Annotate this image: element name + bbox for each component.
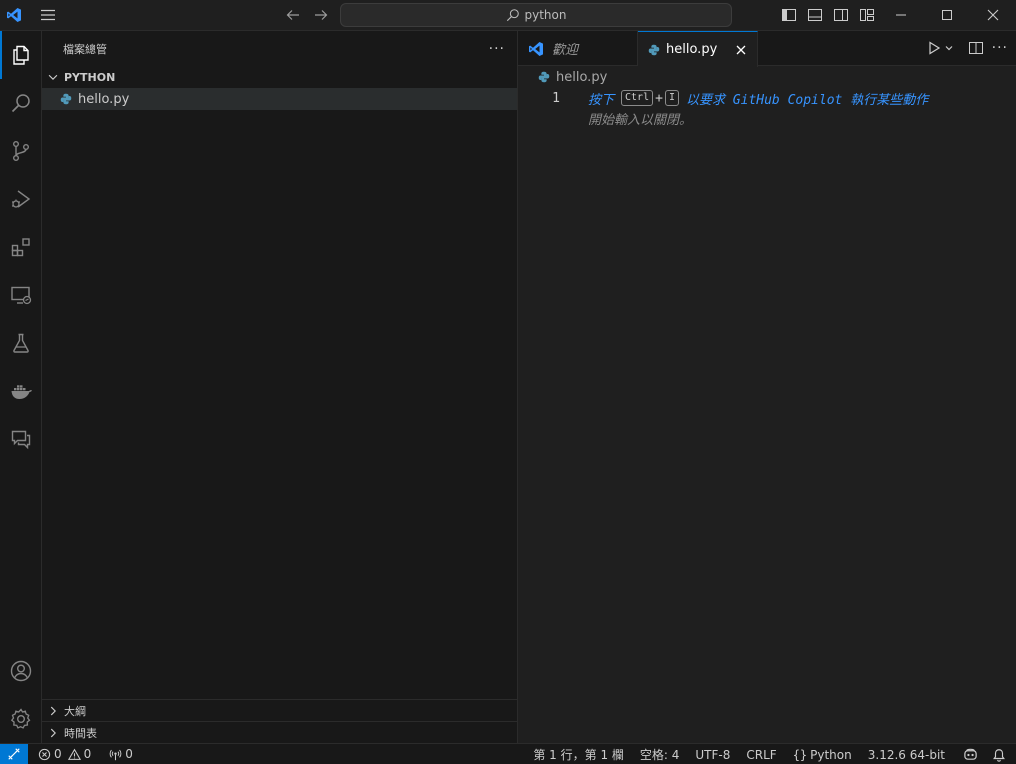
cursor-position[interactable]: 第 1 行，第 1 欄 bbox=[527, 744, 634, 764]
explorer-sidebar: 檔案總管 ··· PYTHON hello.py 大綱 時間表 bbox=[42, 31, 518, 743]
extensions-icon[interactable] bbox=[0, 223, 42, 271]
outline-label: 大綱 bbox=[64, 704, 86, 718]
breadcrumb[interactable]: hello.py bbox=[518, 66, 1016, 88]
forward-arrow-icon[interactable] bbox=[310, 4, 332, 26]
eol-status[interactable]: CRLF bbox=[740, 744, 786, 764]
python-file-icon bbox=[60, 93, 72, 105]
python-file-icon bbox=[648, 44, 660, 56]
vscode-logo-icon bbox=[528, 41, 544, 57]
dismiss-hint: 開始輸入以關閉。 bbox=[588, 112, 693, 128]
language-mode[interactable]: {} Python bbox=[787, 744, 862, 764]
tab-hello-py[interactable]: hello.py bbox=[638, 31, 758, 67]
error-icon bbox=[38, 748, 51, 761]
hint-plus: + bbox=[655, 90, 663, 106]
language-label: Python bbox=[810, 747, 852, 762]
back-arrow-icon[interactable] bbox=[282, 4, 304, 26]
python-interpreter[interactable]: 3.12.6 64-bit bbox=[862, 744, 955, 764]
vscode-logo-icon bbox=[0, 0, 28, 31]
code-line-hint-2: 開始輸入以關閉。 bbox=[518, 108, 1016, 128]
activity-bar bbox=[0, 31, 42, 743]
error-count: 0 bbox=[54, 747, 62, 761]
editor-tabs: 歡迎 hello.py ··· bbox=[518, 31, 1016, 67]
status-bar: 0 0 0 第 1 行，第 1 欄 空格: 4 UTF-8 CRLF {} Py… bbox=[0, 743, 1016, 764]
tab-label: 歡迎 bbox=[552, 43, 579, 58]
toggle-panel-icon[interactable] bbox=[804, 4, 826, 26]
python-file-icon bbox=[538, 71, 550, 83]
search-view-icon[interactable] bbox=[0, 79, 42, 127]
tab-label: hello.py bbox=[666, 42, 718, 57]
search-icon bbox=[506, 8, 520, 22]
split-editor-icon[interactable] bbox=[968, 37, 984, 59]
file-item-hello-py[interactable]: hello.py bbox=[42, 88, 517, 110]
hint-key-i: I bbox=[664, 90, 679, 106]
chevron-right-icon bbox=[46, 726, 60, 740]
hint-prefix: 按下 bbox=[588, 92, 615, 108]
run-python-file-icon[interactable] bbox=[926, 37, 942, 59]
copilot-hint: 按下 Ctrl + I 以要求 GitHub Copilot 執行某些動作 bbox=[588, 89, 928, 108]
ports-count: 0 bbox=[125, 747, 133, 761]
chat-icon[interactable] bbox=[0, 415, 42, 463]
close-window-icon[interactable] bbox=[970, 0, 1016, 30]
run-debug-icon[interactable] bbox=[0, 175, 42, 223]
indentation-status[interactable]: 空格: 4 bbox=[634, 744, 690, 764]
line-number: 1 bbox=[552, 90, 560, 106]
testing-flask-icon[interactable] bbox=[0, 319, 42, 367]
more-actions-icon[interactable]: ··· bbox=[489, 41, 505, 57]
warning-count: 0 bbox=[83, 747, 92, 761]
editor-area: 歡迎 hello.py ··· hello.py 1 按下 Ctrl + I 以… bbox=[518, 31, 1016, 743]
chevron-down-icon bbox=[46, 70, 60, 84]
remote-indicator-icon[interactable] bbox=[0, 743, 28, 764]
hint-suffix: 以要求 GitHub Copilot 執行某些動作 bbox=[685, 92, 929, 108]
warning-icon bbox=[67, 748, 81, 761]
run-options-chevron-icon[interactable] bbox=[944, 37, 954, 59]
outline-section[interactable]: 大綱 bbox=[42, 699, 518, 721]
explorer-title: 檔案總管 bbox=[63, 42, 107, 56]
more-actions-icon[interactable]: ··· bbox=[992, 37, 1008, 59]
explorer-header: 檔案總管 ··· bbox=[42, 31, 517, 66]
notifications-bell-icon[interactable] bbox=[986, 744, 1016, 764]
braces-icon: {} bbox=[792, 747, 808, 762]
problems-status[interactable]: 0 0 bbox=[32, 744, 97, 764]
account-icon[interactable] bbox=[0, 647, 42, 695]
remote-explorer-icon[interactable] bbox=[0, 271, 42, 319]
copilot-icon[interactable] bbox=[955, 744, 986, 764]
hint-key-ctrl: Ctrl bbox=[621, 90, 654, 106]
code-line-1[interactable]: 1 按下 Ctrl + I 以要求 GitHub Copilot 執行某些動作 bbox=[518, 88, 1016, 108]
docker-icon[interactable] bbox=[0, 367, 42, 415]
title-bar: python bbox=[0, 0, 1016, 31]
settings-gear-icon[interactable] bbox=[0, 695, 42, 743]
customize-layout-icon[interactable] bbox=[856, 4, 878, 26]
chevron-right-icon bbox=[46, 704, 60, 718]
maximize-icon[interactable] bbox=[924, 0, 970, 30]
minimize-icon[interactable] bbox=[878, 0, 924, 30]
timeline-label: 時間表 bbox=[64, 726, 97, 740]
file-name: hello.py bbox=[78, 91, 130, 107]
command-center-search[interactable]: python bbox=[340, 3, 732, 27]
toggle-secondary-sidebar-icon[interactable] bbox=[830, 4, 852, 26]
encoding-status[interactable]: UTF-8 bbox=[689, 744, 740, 764]
ports-status[interactable]: 0 bbox=[103, 744, 139, 764]
explorer-icon[interactable] bbox=[0, 31, 42, 79]
toggle-primary-sidebar-icon[interactable] bbox=[778, 4, 800, 26]
folder-name: PYTHON bbox=[64, 70, 116, 84]
timeline-section[interactable]: 時間表 bbox=[42, 721, 518, 743]
source-control-icon[interactable] bbox=[0, 127, 42, 175]
search-text: python bbox=[524, 8, 567, 22]
close-tab-icon[interactable] bbox=[735, 44, 747, 56]
folder-section-header[interactable]: PYTHON bbox=[42, 66, 517, 88]
tab-welcome[interactable]: 歡迎 bbox=[518, 31, 638, 66]
menu-icon[interactable] bbox=[28, 0, 68, 31]
breadcrumb-file: hello.py bbox=[556, 69, 608, 85]
broadcast-icon bbox=[109, 748, 122, 761]
